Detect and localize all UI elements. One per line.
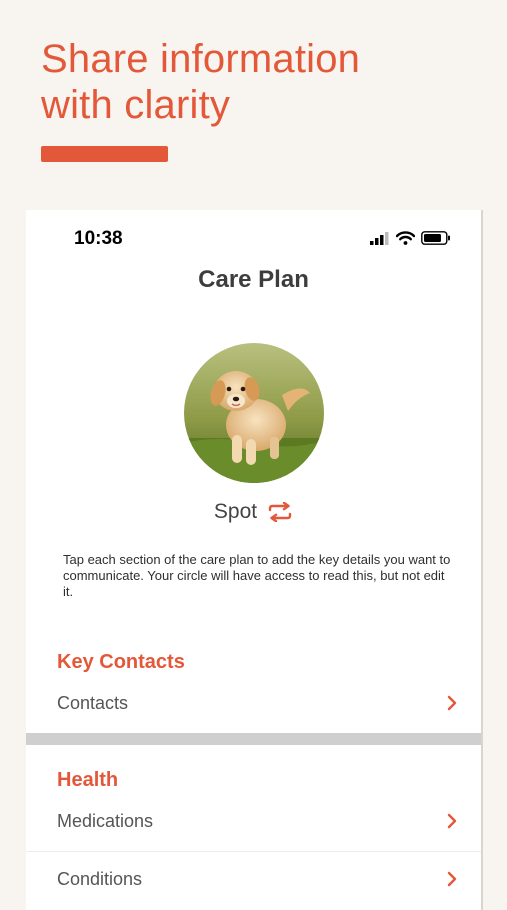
section-title-health: Health [57, 769, 119, 791]
row-contacts[interactable]: Contacts [26, 678, 481, 728]
row-divider [26, 851, 481, 852]
row-label-conditions: Conditions [57, 868, 143, 889]
section-divider [26, 733, 481, 745]
pet-name-row: Spot [26, 500, 481, 524]
screen-title: Care Plan [198, 266, 309, 293]
row-label-contacts: Contacts [57, 692, 129, 713]
promo-headline: Share information with clarity [41, 36, 360, 128]
cellular-signal-icon [370, 231, 389, 245]
chevron-right-icon [447, 695, 457, 711]
row-label-medications: Medications [57, 810, 154, 831]
wifi-icon [396, 231, 415, 245]
chevron-right-icon [447, 871, 457, 887]
row-medications[interactable]: Medications [26, 796, 481, 846]
chevron-right-icon [447, 813, 457, 829]
pet-name: Spot [213, 500, 258, 523]
status-time: 10:38 [74, 228, 123, 249]
battery-icon [421, 231, 450, 245]
accent-underline [41, 146, 168, 162]
section-title-key-contacts: Key Contacts [57, 651, 185, 673]
pet-avatar [184, 343, 324, 483]
headline-line-2: with clarity [41, 83, 231, 127]
status-icons [370, 231, 451, 245]
row-conditions[interactable]: Conditions [26, 854, 481, 904]
phone-screen: 10:38 Care Plan Spot Tap each section of… [26, 210, 481, 910]
headline-line-1: Share information [41, 37, 361, 81]
status-bar: 10:38 [26, 210, 481, 266]
intro-text: Tap each section of the care plan to add… [63, 552, 451, 599]
swap-arrows-icon[interactable] [267, 502, 293, 522]
